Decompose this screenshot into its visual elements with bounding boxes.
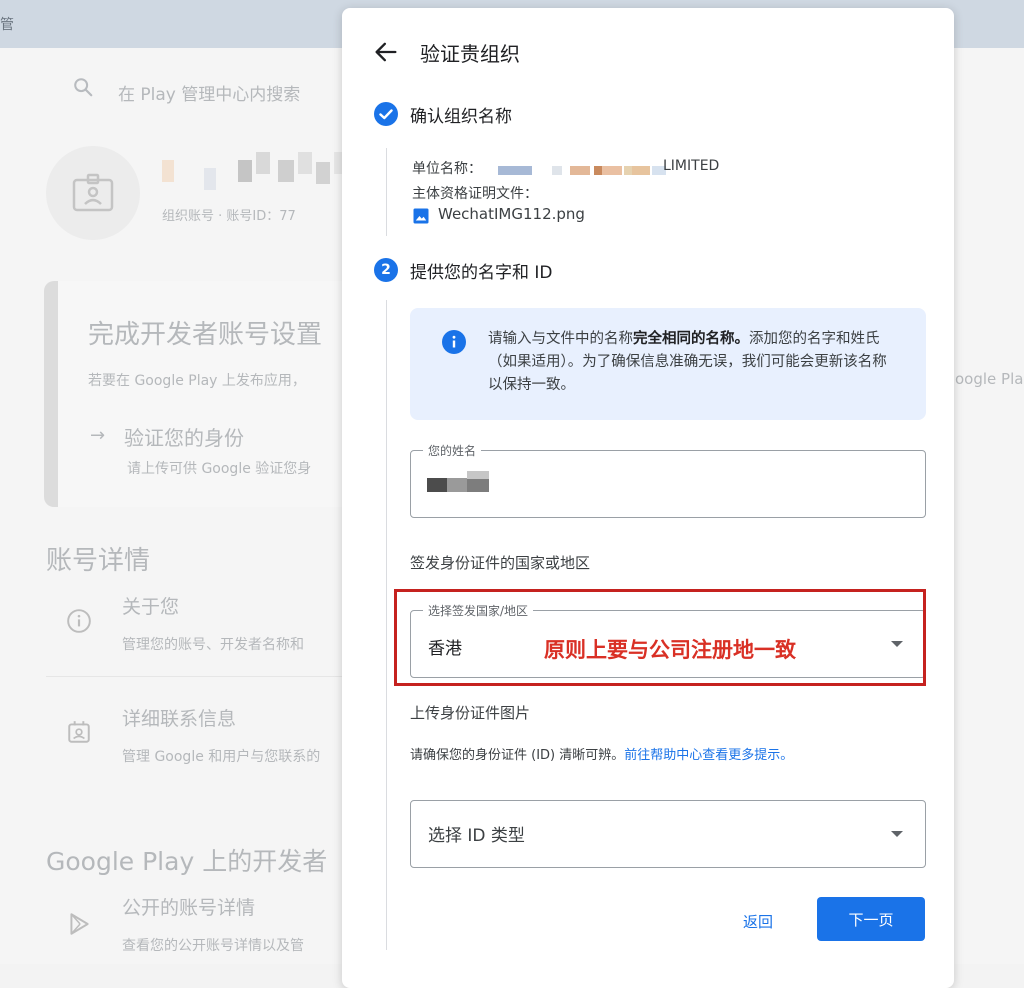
check-circle-icon bbox=[374, 102, 398, 126]
top-app-bar-text: 管 bbox=[0, 17, 14, 33]
badge-icon bbox=[72, 173, 114, 212]
step-2-title: 提供您的名字和 ID bbox=[410, 263, 553, 283]
public-details-desc: 查看您的公开账号详情以及管 bbox=[122, 938, 304, 954]
divider bbox=[46, 676, 346, 677]
dropdown-arrow-icon bbox=[891, 831, 903, 837]
verify-identity-link[interactable]: 验证您的身份 bbox=[124, 422, 244, 451]
contact-details-desc: 管理 Google 和用户与您联系的 bbox=[122, 749, 321, 765]
setup-card-desc: 若要在 Google Play 上发布应用， bbox=[88, 373, 306, 389]
setup-card-accent bbox=[44, 281, 58, 507]
step-connector bbox=[386, 148, 387, 236]
verify-organization-dialog: 验证贵组织 确认组织名称 单位名称： LIMITED 主体资格证明文件： Wec… bbox=[342, 8, 954, 988]
arrow-right-icon: → bbox=[90, 425, 106, 446]
help-center-link[interactable]: 前往帮助中心查看更多提示。 bbox=[624, 748, 793, 763]
verify-identity-desc: 请上传可供 Google 验证您身 bbox=[127, 461, 312, 477]
country-section-label: 签发身份证件的国家或地区 bbox=[410, 554, 591, 572]
search-icon[interactable] bbox=[72, 76, 94, 98]
public-details-item[interactable]: 公开的账号详情 bbox=[122, 893, 255, 920]
play-store-icon bbox=[70, 913, 89, 935]
setup-card-title: 完成开发者账号设置 bbox=[88, 320, 323, 350]
uploaded-file-name[interactable]: WechatIMG112.png bbox=[438, 205, 585, 223]
image-file-icon bbox=[413, 208, 429, 224]
name-field-label: 您的姓名 bbox=[423, 442, 482, 459]
step-2-number-badge: 2 bbox=[374, 258, 398, 282]
back-arrow-icon[interactable] bbox=[372, 38, 400, 66]
next-button[interactable]: 下一页 bbox=[817, 897, 925, 941]
doc-label: 主体资格证明文件： bbox=[412, 186, 538, 202]
upload-id-hint: 请确保您的身份证件 (ID) 清晰可辨。前往帮助中心查看更多提示。 bbox=[410, 744, 793, 763]
step-connector bbox=[386, 300, 387, 950]
info-text-pre: 请输入与文件中的名称 bbox=[488, 331, 633, 347]
name-field[interactable]: 您的姓名 bbox=[410, 442, 926, 518]
right-cut-text: oogle Pla bbox=[955, 370, 1024, 388]
contact-card-icon bbox=[68, 721, 90, 743]
play-developer-heading: Google Play 上的开发者 bbox=[46, 847, 328, 876]
dialog-title: 验证贵组织 bbox=[420, 42, 520, 66]
info-filled-icon bbox=[442, 330, 466, 354]
upload-id-label: 上传身份证件图片 bbox=[410, 704, 531, 722]
org-name-suffix: LIMITED bbox=[663, 158, 720, 174]
contact-details-item[interactable]: 详细联系信息 bbox=[122, 704, 236, 731]
about-you-item[interactable]: 关于您 bbox=[122, 592, 179, 619]
account-details-heading: 账号详情 bbox=[46, 546, 151, 576]
upload-hint-text: 请确保您的身份证件 (ID) 清晰可辨。 bbox=[410, 748, 625, 763]
avatar bbox=[46, 146, 140, 240]
back-button[interactable]: 返回 bbox=[728, 904, 788, 938]
id-type-placeholder: 选择 ID 类型 bbox=[428, 826, 525, 846]
info-text-bold: 完全相同的名称。 bbox=[633, 331, 749, 347]
org-name-label: 单位名称： bbox=[412, 161, 482, 177]
annotation-highlight-box bbox=[394, 589, 926, 686]
step-1-title: 确认组织名称 bbox=[410, 107, 512, 127]
account-meta: 组织账号 · 账号ID：77 bbox=[162, 209, 296, 224]
info-icon bbox=[67, 609, 91, 633]
about-you-desc: 管理您的账号、开发者名称和 bbox=[122, 637, 304, 653]
search-input[interactable]: 在 Play 管理中心内搜索 bbox=[118, 80, 300, 105]
info-banner-text: 请输入与文件中的名称完全相同的名称。添加您的名字和姓氏（如果适用）。为了确保信息… bbox=[488, 328, 888, 397]
